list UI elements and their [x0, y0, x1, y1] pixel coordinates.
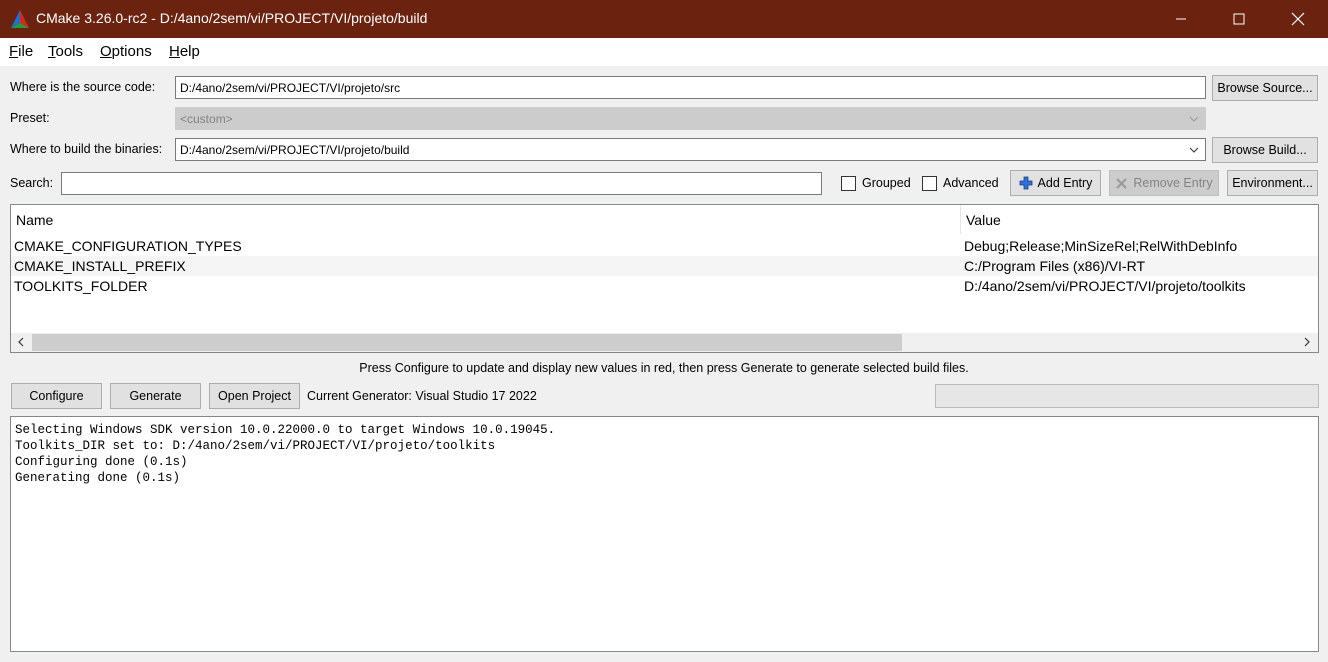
close-button[interactable]	[1269, 0, 1327, 38]
progress-bar	[935, 384, 1319, 408]
current-generator-text: Current Generator: Visual Studio 17 2022	[307, 389, 537, 403]
maximize-icon	[1233, 13, 1245, 25]
scrollbar-thumb[interactable]	[32, 334, 902, 351]
table-header: Name Value	[11, 205, 1318, 234]
log-line: Selecting Windows SDK version 10.0.22000…	[15, 423, 556, 437]
chevron-down-icon	[1189, 116, 1199, 122]
generate-button[interactable]: Generate	[110, 383, 201, 409]
log-line: Generating done (0.1s)	[15, 471, 181, 485]
column-name-header[interactable]: Name	[16, 212, 53, 228]
advanced-label: Advanced	[943, 176, 999, 190]
column-value-header[interactable]: Value	[966, 212, 1001, 228]
close-icon	[1291, 12, 1305, 26]
add-entry-label: Add Entry	[1037, 176, 1093, 190]
browse-build-button[interactable]: Browse Build...	[1212, 137, 1318, 163]
configure-button[interactable]: Configure	[11, 383, 102, 409]
menu-options[interactable]: Options	[100, 43, 152, 60]
table-row[interactable]: CMAKE_INSTALL_PREFIX C:/Program Files (x…	[11, 256, 1318, 276]
grouped-label: Grouped	[862, 176, 911, 190]
search-label: Search:	[10, 176, 54, 190]
minimize-button[interactable]	[1152, 0, 1210, 38]
menu-tools[interactable]: Tools	[48, 43, 83, 60]
preset-select: <custom>	[175, 107, 1206, 130]
binaries-label: Where to build the binaries:	[10, 142, 163, 156]
remove-entry-button[interactable]: Remove Entry	[1109, 170, 1219, 196]
grouped-checkbox[interactable]	[841, 176, 856, 191]
log-line: Configuring done (0.1s)	[15, 455, 188, 469]
maximize-button[interactable]	[1210, 0, 1268, 38]
browse-source-button[interactable]: Browse Source...	[1212, 75, 1318, 101]
title-bar[interactable]: CMake 3.26.0-rc2 - D:/4ano/2sem/vi/PROJE…	[0, 0, 1328, 38]
chevron-left-icon[interactable]	[16, 337, 26, 347]
menu-bar: File Tools Options Help	[0, 38, 1328, 66]
row-value: D:/4ano/2sem/vi/PROJECT/VI/projeto/toolk…	[964, 278, 1246, 294]
row-name: CMAKE_CONFIGURATION_TYPES	[14, 238, 242, 254]
preset-value: <custom>	[180, 112, 233, 126]
advanced-checkbox[interactable]	[922, 176, 937, 191]
row-name: CMAKE_INSTALL_PREFIX	[14, 258, 186, 274]
output-log[interactable]: Selecting Windows SDK version 10.0.22000…	[10, 416, 1319, 652]
binaries-path-select[interactable]: D:/4ano/2sem/vi/PROJECT/VI/projeto/build	[175, 138, 1206, 161]
environment-button[interactable]: Environment...	[1227, 170, 1318, 196]
table-row[interactable]: TOOLKITS_FOLDER D:/4ano/2sem/vi/PROJECT/…	[11, 276, 1318, 296]
hint-text: Press Configure to update and display ne…	[359, 361, 969, 375]
menu-file[interactable]: File	[9, 43, 33, 60]
remove-icon	[1116, 177, 1128, 189]
open-project-button[interactable]: Open Project	[209, 383, 300, 409]
preset-label: Preset:	[10, 111, 50, 125]
window-title: CMake 3.26.0-rc2 - D:/4ano/2sem/vi/PROJE…	[36, 10, 428, 26]
row-value: Debug;Release;MinSizeRel;RelWithDebInfo	[964, 238, 1238, 254]
source-label: Where is the source code:	[10, 80, 156, 94]
column-divider[interactable]	[960, 205, 961, 234]
binaries-path-value: D:/4ano/2sem/vi/PROJECT/VI/projeto/build	[180, 143, 410, 157]
table-row[interactable]: CMAKE_CONFIGURATION_TYPES Debug;Release;…	[11, 236, 1318, 256]
horizontal-scrollbar[interactable]	[11, 333, 1318, 352]
chevron-right-icon[interactable]	[1302, 337, 1312, 347]
menu-help[interactable]: Help	[169, 43, 200, 60]
plus-icon	[1019, 176, 1032, 190]
chevron-down-icon[interactable]	[1189, 145, 1199, 155]
minimize-icon	[1176, 18, 1186, 20]
add-entry-button[interactable]: Add Entry	[1010, 170, 1101, 196]
log-line: Toolkits_DIR set to: D:/4ano/2sem/vi/PRO…	[15, 439, 496, 453]
cache-table[interactable]: Name Value CMAKE_CONFIGURATION_TYPES Deb…	[10, 204, 1319, 353]
search-input[interactable]	[61, 172, 822, 195]
cmake-logo-icon	[10, 9, 30, 29]
row-value: C:/Program Files (x86)/VI-RT	[964, 258, 1145, 274]
source-path-input[interactable]: D:/4ano/2sem/vi/PROJECT/VI/projeto/src	[175, 76, 1206, 99]
row-name: TOOLKITS_FOLDER	[14, 278, 148, 294]
remove-entry-label: Remove Entry	[1133, 176, 1213, 190]
